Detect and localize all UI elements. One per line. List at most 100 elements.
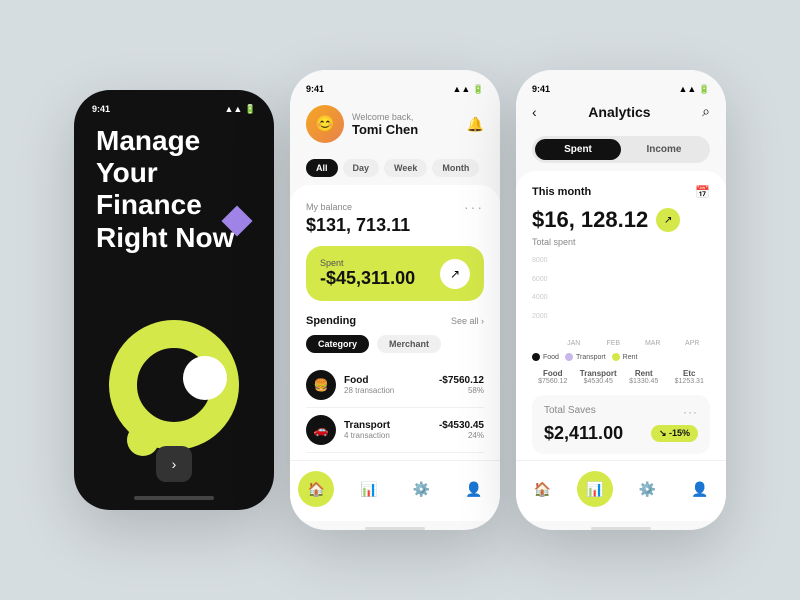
legend-label: Transport <box>576 354 606 361</box>
nav-settings-3[interactable]: ⚙️ <box>629 471 665 507</box>
food-amount: -$7560.12 <box>439 375 484 386</box>
category-tabs: Category Merchant <box>306 335 484 353</box>
home-indicator-3 <box>591 527 651 530</box>
category-name: Rent <box>623 369 665 378</box>
balance-label: My balance <box>306 202 352 212</box>
analytics-body: This month 📅 $16, 128.12 ↗ Total spent 8… <box>516 171 726 460</box>
status-icons-3: ▲▲ 🔋 <box>678 84 710 95</box>
this-month-row: This month 📅 <box>532 185 710 199</box>
balance-row: My balance ··· <box>306 199 484 215</box>
tab-spent[interactable]: Spent <box>535 139 621 160</box>
food-pct: 58% <box>439 386 484 395</box>
tab-category[interactable]: Category <box>306 335 369 353</box>
spent-label: Spent <box>320 258 415 268</box>
legend-item: Food <box>532 353 559 361</box>
filter-all[interactable]: All <box>306 159 338 177</box>
nav-settings[interactable]: ⚙️ <box>403 471 439 507</box>
food-amounts: -$7560.12 58% <box>439 375 484 395</box>
total-spent-label: Total spent <box>532 237 710 247</box>
saves-more-icon[interactable]: ··· <box>683 405 698 419</box>
status-bar-2: 9:41 ▲▲ 🔋 <box>306 84 484 95</box>
x-label: MAR <box>635 340 671 347</box>
welcome-text: Welcome back, <box>352 112 467 122</box>
category-amount: $1330.45 <box>623 378 665 385</box>
status-time-1: 9:41 <box>92 104 110 115</box>
transport-amount: -$4530.45 <box>439 420 484 431</box>
food-icon: 🍔 <box>306 370 336 400</box>
transport-info: Transport 4 transaction <box>344 420 439 440</box>
dashboard-header: 9:41 ▲▲ 🔋 😊 Welcome back, Tomi Chen 🔔 <box>290 70 500 151</box>
x-label: APR <box>675 340 711 347</box>
nav-home-3[interactable]: 🏠 <box>524 471 560 507</box>
status-bar-3: 9:41 ▲▲ 🔋 <box>532 84 710 95</box>
category-item: Transport$4530.45 <box>578 369 620 385</box>
user-row: 😊 Welcome back, Tomi Chen 🔔 <box>306 105 484 143</box>
category-name: Etc <box>669 369 711 378</box>
nav-analytics-3[interactable]: 📊 <box>577 471 613 507</box>
legend-label: Food <box>543 354 559 361</box>
user-name: Tomi Chen <box>352 122 467 137</box>
filter-week[interactable]: Week <box>384 159 427 177</box>
onboarding-title: Manage Your Finance Right Now <box>96 125 252 254</box>
status-icons-2: ▲▲ 🔋 <box>452 84 484 95</box>
bottom-nav-3: 🏠 📊 ⚙️ 👤 <box>516 460 726 521</box>
legend-label: Rent <box>623 354 638 361</box>
avatar: 😊 <box>306 105 344 143</box>
status-time-3: 9:41 <box>532 84 550 95</box>
legend-dot <box>532 353 540 361</box>
nav-profile-3[interactable]: 👤 <box>682 471 718 507</box>
category-item: Etc$1253.31 <box>669 369 711 385</box>
saves-header: Total Saves ··· <box>544 405 698 419</box>
status-bar-1: 9:41 ▲▲ 🔋 <box>74 104 274 115</box>
category-name: Transport <box>578 369 620 378</box>
category-amount: $7560.12 <box>532 378 574 385</box>
user-info: Welcome back, Tomi Chen <box>352 112 467 137</box>
notification-icon[interactable]: 🔔 <box>467 116 484 133</box>
saves-amount-row: $2,411.00 ↘ -15% <box>544 423 698 444</box>
filter-row: All Day Week Month <box>290 151 500 185</box>
phone-onboarding: 9:41 ▲▲ 🔋 Manage Your Finance Right Now … <box>74 90 274 510</box>
tab-income[interactable]: Income <box>621 139 707 160</box>
food-name: Food <box>344 375 439 386</box>
transport-pct: 24% <box>439 431 484 440</box>
filter-day[interactable]: Day <box>343 159 380 177</box>
total-arrow-button[interactable]: ↗ <box>656 208 680 232</box>
spending-header: Spending See all › <box>306 315 484 327</box>
phone-analytics: 9:41 ▲▲ 🔋 ‹ Analytics ⌕ Spent Income Thi… <box>516 70 726 530</box>
nav-profile[interactable]: 👤 <box>456 471 492 507</box>
transport-amounts: -$4530.45 24% <box>439 420 484 440</box>
category-item: Rent$1330.45 <box>623 369 665 385</box>
x-label: JAN <box>556 340 592 347</box>
chart-x-labels: JAN FEBMAR APR <box>556 340 710 347</box>
back-button[interactable]: ‹ <box>532 104 537 120</box>
this-month-label: This month <box>532 186 591 198</box>
food-sub: 28 transaction <box>344 386 439 395</box>
category-name: Food <box>532 369 574 378</box>
spent-info: Spent -$45,311.00 <box>320 258 415 289</box>
search-icon[interactable]: ⌕ <box>702 103 710 120</box>
analytics-header: 9:41 ▲▲ 🔋 ‹ Analytics ⌕ <box>516 70 726 128</box>
x-label: FEB <box>596 340 632 347</box>
category-amount: $4530.45 <box>578 378 620 385</box>
nav-analytics[interactable]: 📊 <box>351 471 387 507</box>
transport-name: Transport <box>344 420 439 431</box>
get-started-button[interactable]: › <box>156 446 192 482</box>
legend-item: Transport <box>565 353 606 361</box>
phone-dashboard: 9:41 ▲▲ 🔋 😊 Welcome back, Tomi Chen 🔔 Al… <box>290 70 500 530</box>
bar-chart: 8000 6000 4000 2000 JANFEBMARAPR <box>532 257 710 347</box>
total-saves-section: Total Saves ··· $2,411.00 ↘ -15% <box>532 395 710 454</box>
more-options-icon[interactable]: ··· <box>464 199 484 215</box>
transaction-food: 🍔 Food 28 transaction -$7560.12 58% <box>306 363 484 408</box>
saves-amount: $2,411.00 <box>544 423 623 444</box>
calendar-icon[interactable]: 📅 <box>695 185 710 199</box>
see-all-link[interactable]: See all › <box>451 316 484 326</box>
transaction-transport: 🚗 Transport 4 transaction -$4530.45 24% <box>306 408 484 453</box>
status-icons-1: ▲▲ 🔋 <box>224 104 256 115</box>
filter-month[interactable]: Month <box>432 159 479 177</box>
nav-home[interactable]: 🏠 <box>298 471 334 507</box>
tab-merchant[interactable]: Merchant <box>377 335 441 353</box>
total-spent-amount: $16, 128.12 <box>532 207 648 233</box>
spent-arrow-button[interactable]: ↗ <box>440 259 470 289</box>
dashboard-body: My balance ··· $131, 713.11 Spent -$45,3… <box>290 185 500 460</box>
legend-dot <box>612 353 620 361</box>
